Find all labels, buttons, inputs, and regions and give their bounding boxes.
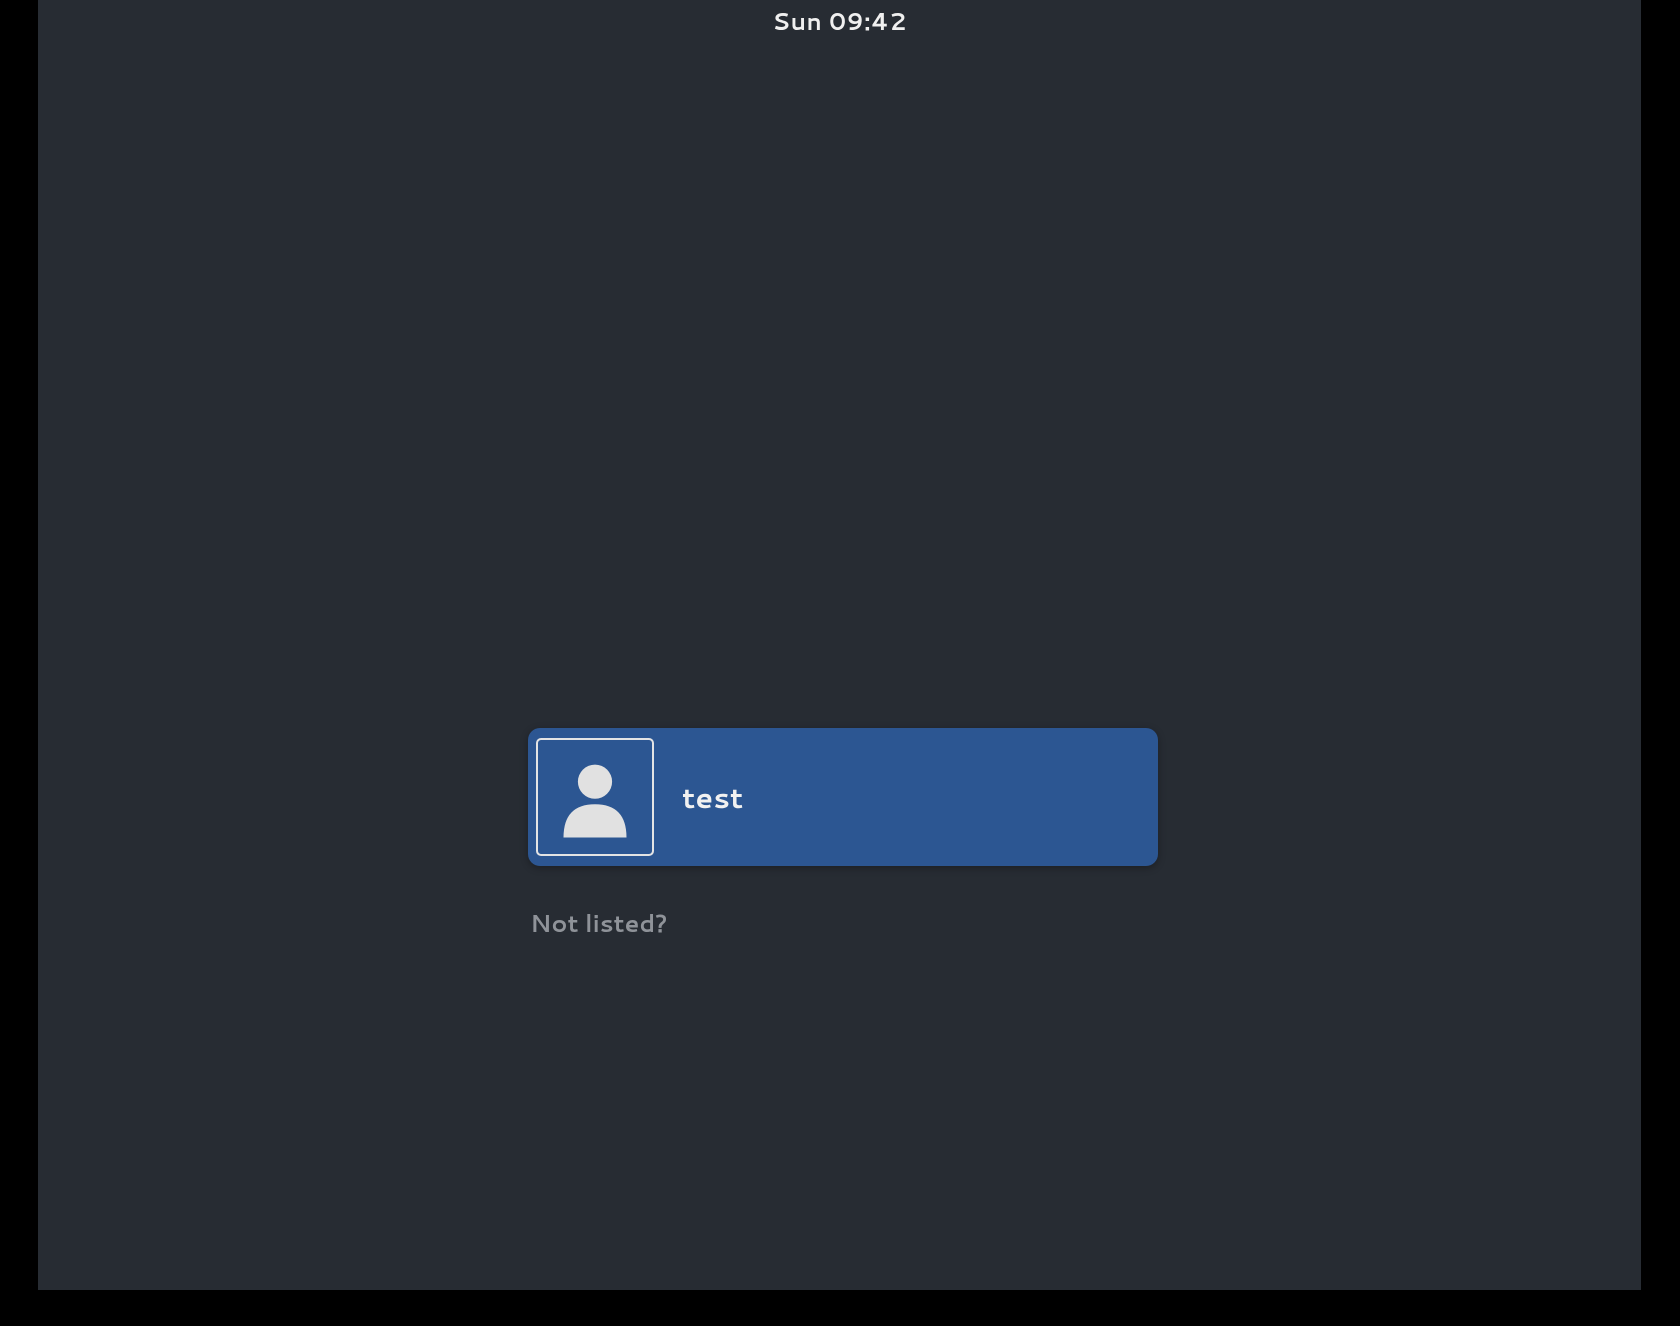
avatar-frame xyxy=(536,738,654,856)
username-label: test xyxy=(682,777,743,818)
clock[interactable]: Sun 09:42 xyxy=(772,4,907,38)
login-screen: Sun 09:42 test Not listed? xyxy=(38,0,1641,1290)
top-bar: Sun 09:42 xyxy=(38,0,1641,55)
user-avatar-icon xyxy=(550,752,640,842)
screen-container: Sun 09:42 test Not listed? xyxy=(0,0,1680,1326)
not-listed-link[interactable]: Not listed? xyxy=(530,906,667,940)
user-list-item-test[interactable]: test xyxy=(528,728,1158,866)
login-area: test Not listed? xyxy=(528,728,1158,940)
